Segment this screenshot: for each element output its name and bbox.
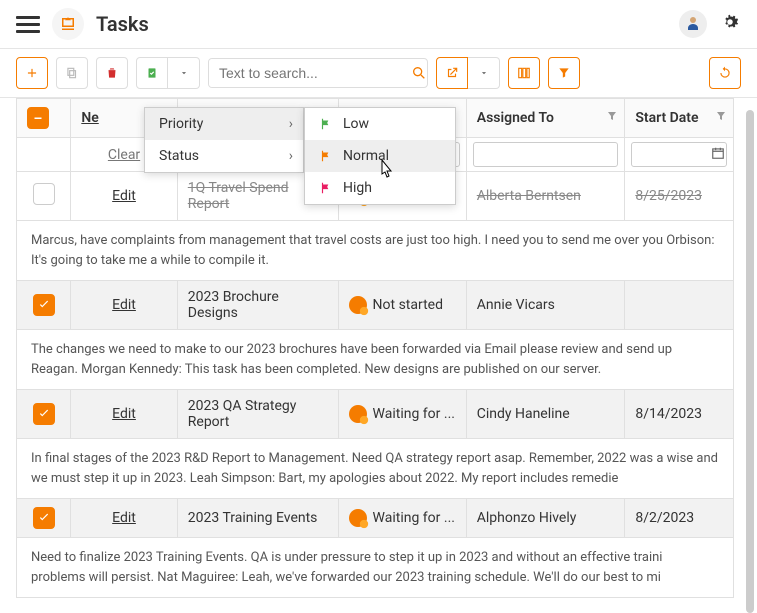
subject-text: 2023 Brochure Designs — [188, 289, 279, 321]
table-row[interactable]: Edit 2023 Brochure Designs Not started A… — [17, 281, 734, 330]
delete-button[interactable] — [96, 57, 128, 89]
priority-submenu: Low Normal High — [304, 107, 456, 205]
dash-icon — [32, 112, 44, 124]
clear-filters[interactable]: Clear — [108, 147, 140, 163]
subject-text: 2023 QA Strategy Report — [188, 398, 297, 430]
filter-icon — [557, 66, 571, 80]
note-text: Marcus, have complaints from management … — [17, 221, 734, 281]
row-checkbox[interactable] — [33, 294, 55, 316]
status-icon — [349, 296, 367, 314]
assigned-text: Cindy Haneline — [477, 406, 570, 422]
subject-text: 2023 Training Events — [188, 510, 318, 526]
copy-icon — [65, 66, 79, 80]
mark-complete-dropdown[interactable] — [168, 57, 200, 89]
select-all-header[interactable] — [17, 99, 71, 138]
edit-link[interactable]: Edit — [112, 188, 136, 204]
status-icon — [349, 405, 367, 423]
chevron-right-icon: › — [289, 116, 293, 132]
edit-link[interactable]: Edit — [112, 406, 136, 422]
note-text: The changes we need to make to our 2023 … — [17, 330, 734, 390]
search-icon — [411, 65, 427, 81]
subject-text: 1Q Travel Spend Report — [188, 180, 289, 212]
status-text: Waiting for ... — [373, 510, 455, 526]
chevron-right-icon: › — [289, 148, 293, 164]
columns-button[interactable] — [508, 57, 540, 89]
date-text: 8/25/2023 — [635, 188, 702, 204]
trash-icon — [105, 66, 119, 80]
date-text: 8/2/2023 — [635, 510, 694, 526]
columns-icon — [517, 66, 531, 80]
refresh-button[interactable] — [709, 57, 741, 89]
settings-button[interactable] — [719, 11, 741, 37]
user-avatar[interactable] — [679, 10, 707, 38]
search-input[interactable] — [209, 59, 410, 87]
calendar-icon[interactable] — [711, 146, 725, 164]
flag-icon — [319, 149, 333, 163]
note-row: In final stages of the 2023 R&D Report t… — [17, 439, 734, 499]
funnel-icon — [606, 110, 618, 126]
table-row[interactable]: Edit 2023 QA Strategy Report Waiting for… — [17, 390, 734, 439]
assigned-text: Alphonzo Hively — [477, 510, 577, 526]
assigned-text: Annie Vicars — [477, 297, 555, 313]
mark-complete-menu: Priority› Status› — [144, 107, 304, 173]
status-text: Not started — [373, 297, 443, 313]
note-text: In final stages of the 2023 R&D Report t… — [17, 439, 734, 499]
edit-link[interactable]: Edit — [112, 297, 136, 313]
scrollbar[interactable] — [746, 110, 754, 613]
menu-hamburger[interactable] — [16, 12, 40, 36]
menu-status[interactable]: Status› — [145, 140, 303, 172]
table-row[interactable]: Edit 2023 Training Events Waiting for ..… — [17, 499, 734, 538]
menu-priority[interactable]: Priority› — [145, 108, 303, 140]
flag-icon — [319, 117, 333, 131]
export-dropdown[interactable] — [468, 57, 500, 89]
menu-priority-low[interactable]: Low — [305, 108, 455, 140]
flag-icon — [319, 181, 333, 195]
clipboard-check-icon — [145, 66, 159, 80]
menu-priority-high[interactable]: High — [305, 172, 455, 204]
filter-assigned[interactable] — [473, 142, 619, 167]
funnel-icon — [715, 110, 727, 126]
row-checkbox[interactable] — [33, 183, 55, 205]
note-row: Need to finalize 2023 Training Events. Q… — [17, 538, 734, 598]
status-icon — [349, 509, 367, 527]
refresh-icon — [718, 66, 732, 80]
gear-icon — [719, 11, 741, 33]
filter-button[interactable] — [548, 57, 580, 89]
date-text: 8/14/2023 — [635, 406, 702, 422]
startdate-header[interactable]: Start Date — [625, 99, 734, 138]
note-text: Need to finalize 2023 Training Events. Q… — [17, 538, 734, 598]
search-button[interactable] — [410, 59, 427, 87]
row-checkbox[interactable] — [33, 507, 55, 529]
menu-priority-normal[interactable]: Normal — [305, 140, 455, 172]
mark-complete-button[interactable] — [136, 57, 168, 89]
page-title: Tasks — [96, 12, 149, 36]
new-button[interactable] — [16, 57, 48, 89]
edit-link[interactable]: Edit — [112, 510, 136, 526]
assigned-header[interactable]: Assigned To — [466, 99, 625, 138]
note-row: Marcus, have complaints from management … — [17, 221, 734, 281]
app-icon — [52, 8, 84, 40]
chevron-down-icon — [179, 68, 189, 78]
copy-button[interactable] — [56, 57, 88, 89]
export-icon — [445, 66, 459, 80]
plus-icon — [25, 66, 39, 80]
assigned-text: Alberta Berntsen — [477, 188, 581, 204]
chevron-down-icon — [479, 68, 489, 78]
note-row: The changes we need to make to our 2023 … — [17, 330, 734, 390]
row-checkbox[interactable] — [33, 403, 55, 425]
export-button[interactable] — [436, 57, 468, 89]
status-text: Waiting for ... — [373, 406, 455, 422]
